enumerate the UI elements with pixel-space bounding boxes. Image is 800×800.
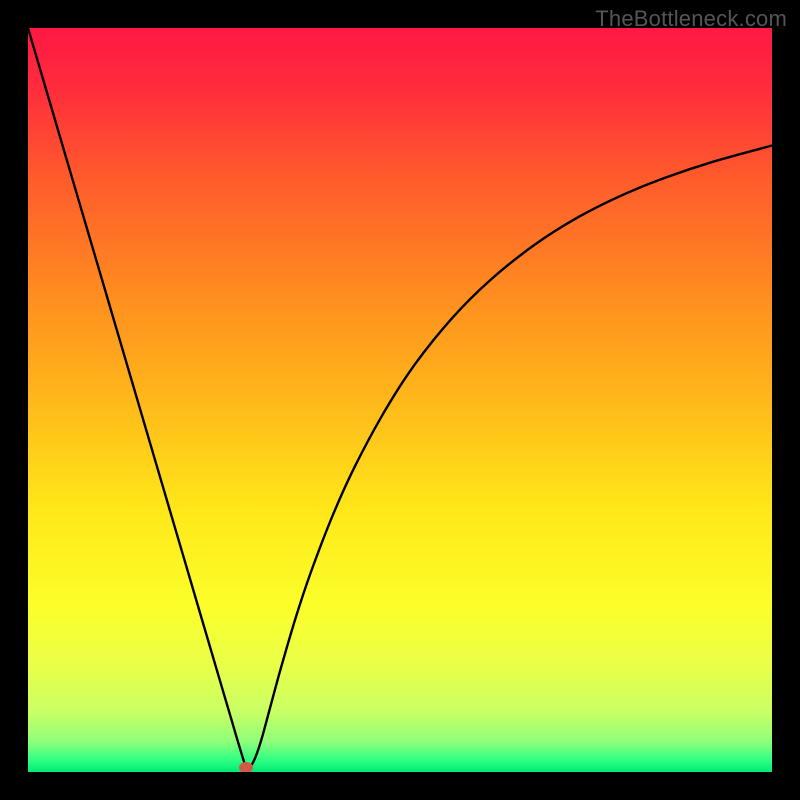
plot-area (28, 28, 772, 772)
gradient-background (28, 28, 772, 772)
bottleneck-chart (28, 28, 772, 772)
chart-frame: TheBottleneck.com (0, 0, 800, 800)
